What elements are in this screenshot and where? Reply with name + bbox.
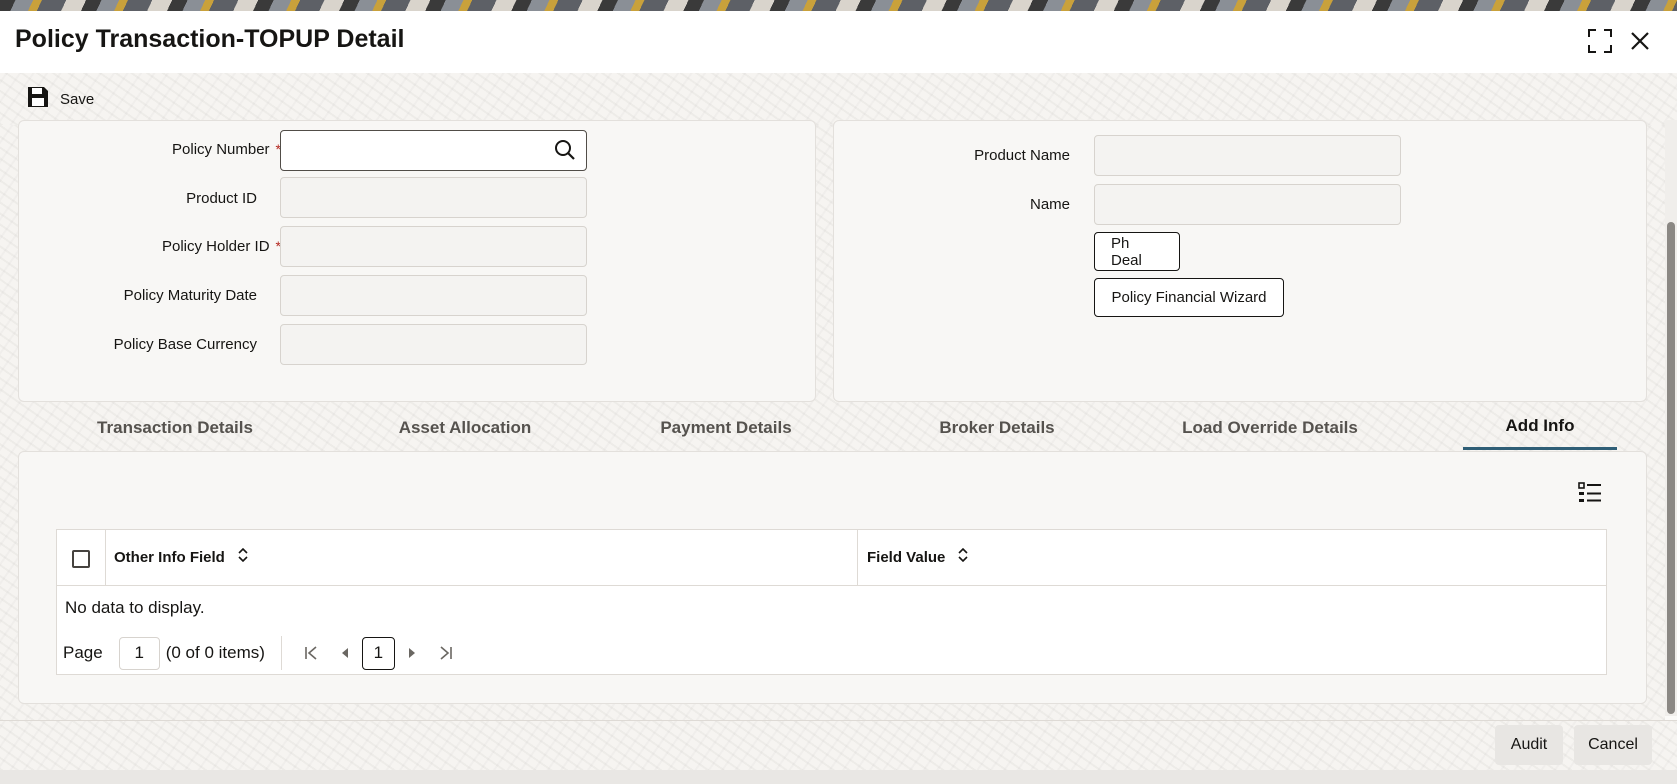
name-label: Name [1029,196,1070,213]
footer-bar: Audit Cancel [0,720,1677,770]
first-page-icon[interactable] [294,637,328,670]
tab-payment-details[interactable]: Payment Details [609,405,843,450]
policy-number-label: Policy Number * [172,141,281,158]
product-name-field [1094,135,1401,176]
sort-icon[interactable] [957,547,969,566]
product-info-panel: Product Name Name Ph Deal Policy Financi… [833,120,1647,402]
tab-add-info[interactable]: Add Info [1463,405,1617,450]
column-divider [857,530,858,586]
next-page-icon[interactable] [395,637,429,670]
select-all-checkbox[interactable] [72,550,90,568]
scrollbar-thumb[interactable] [1667,222,1675,714]
other-info-grid: Other Info Field Field Value No data to … [56,529,1607,675]
column-divider [105,530,106,586]
last-page-icon[interactable] [429,637,463,670]
close-icon[interactable] [1624,25,1656,57]
policy-info-panel: Policy Number * Product ID Policy Holder … [18,120,816,402]
cancel-button[interactable]: Cancel [1574,725,1652,765]
empty-grid-message: No data to display. [65,598,205,617]
tab-asset-allocation[interactable]: Asset Allocation [348,405,582,450]
detail-tabs: Transaction Details Asset Allocation Pay… [18,405,1646,450]
policy-base-currency-label: Policy Base Currency [113,336,257,353]
policy-holder-id-label: Policy Holder ID * [162,238,281,255]
page-title: Policy Transaction-TOPUP Detail [15,25,405,53]
ph-deal-button[interactable]: Ph Deal [1094,232,1180,271]
floppy-disk-icon [26,85,50,113]
items-count: (0 of 0 items) [165,643,265,662]
column-field-value[interactable]: Field Value [867,547,969,566]
search-icon[interactable] [554,139,576,166]
grid-header-row: Other Info Field Field Value [57,530,1606,586]
policy-holder-id-field [280,226,587,267]
page-number-input[interactable]: 1 [118,636,160,670]
save-label: Save [60,90,95,108]
policy-base-currency-field [280,324,587,365]
policy-number-input[interactable] [280,130,587,171]
current-page-button[interactable]: 1 [361,636,395,670]
column-other-info-field[interactable]: Other Info Field [114,547,249,566]
tab-broker-details[interactable]: Broker Details [880,405,1114,450]
expand-icon[interactable] [1584,25,1616,57]
decorative-banner [0,0,1677,11]
policy-maturity-date-label: Policy Maturity Date [123,287,257,304]
pager-divider [280,636,282,670]
tab-load-override-details[interactable]: Load Override Details [1153,405,1387,450]
name-field [1094,184,1401,225]
policy-maturity-date-field [280,275,587,316]
policy-financial-wizard-button[interactable]: Policy Financial Wizard [1094,278,1284,317]
audit-button[interactable]: Audit [1495,725,1563,765]
pagination: Page 1 (0 of 0 items) 1 [63,636,463,670]
page-label: Page [63,643,103,662]
toolbar: Save [0,73,1677,125]
product-name-label: Product Name [974,147,1070,164]
tab-transaction-details[interactable]: Transaction Details [58,405,292,450]
sort-icon[interactable] [237,547,249,566]
product-id-field [280,177,587,218]
product-id-label: Product ID [186,190,257,207]
previous-page-icon[interactable] [328,637,362,670]
bottom-status-bar [0,770,1677,784]
save-button[interactable]: Save [26,86,94,112]
list-settings-icon[interactable] [1578,480,1602,509]
window-header: Policy Transaction-TOPUP Detail [0,11,1677,73]
